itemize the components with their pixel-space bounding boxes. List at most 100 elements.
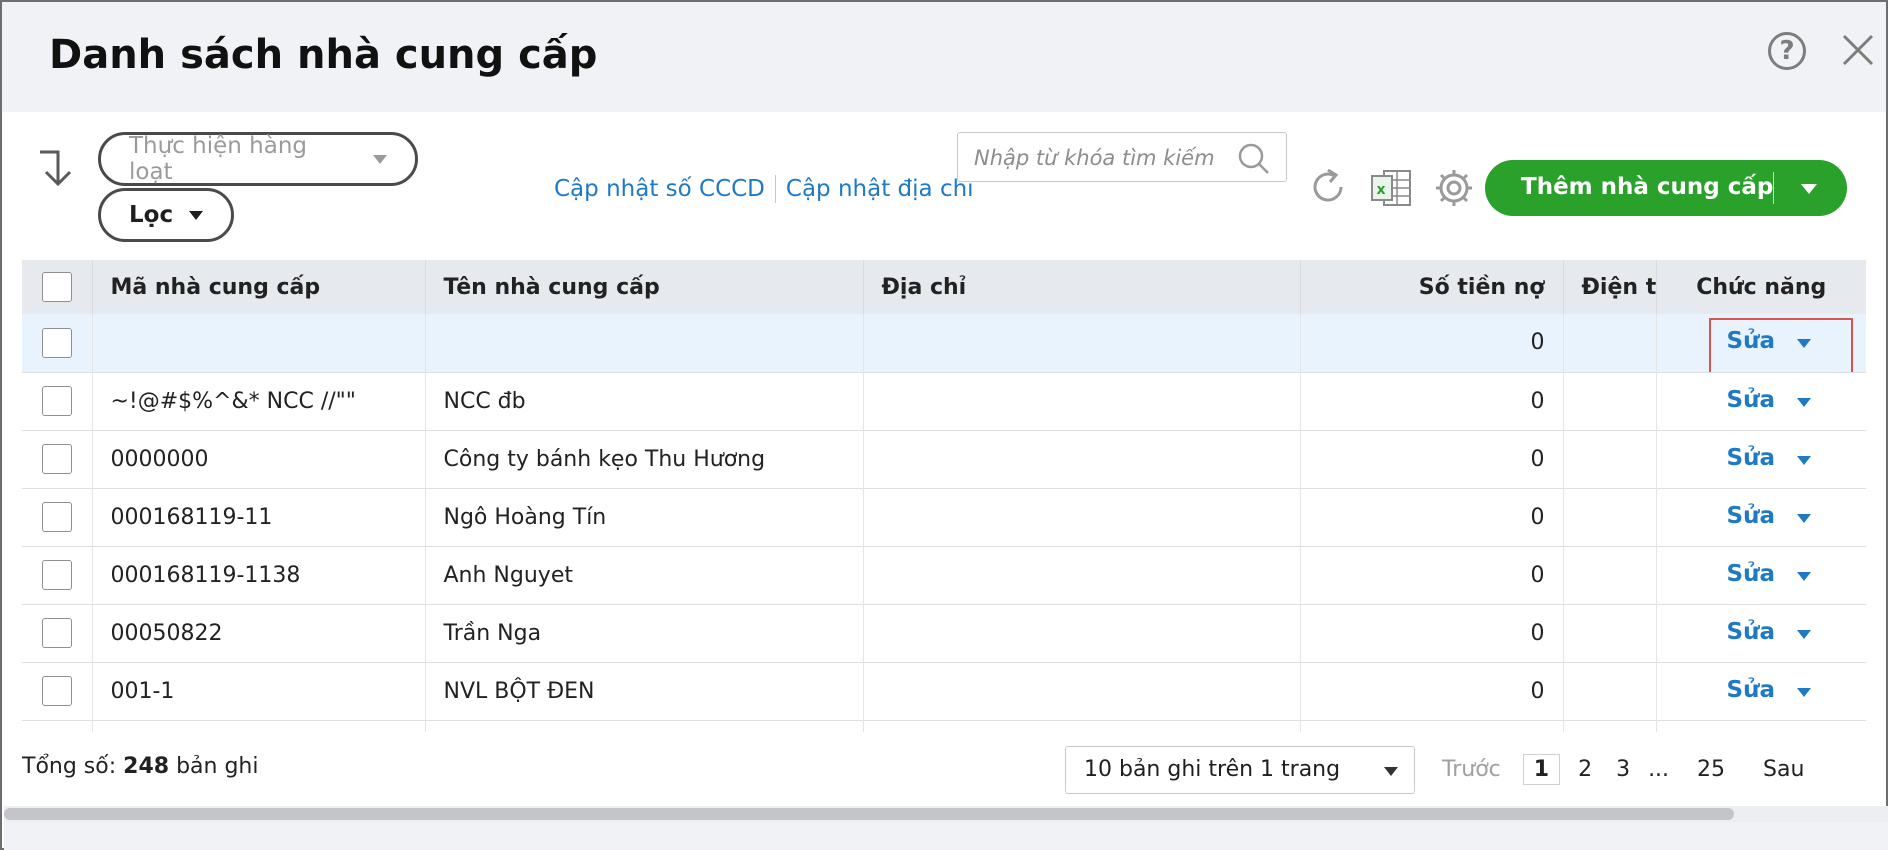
table-row[interactable]: 000168119-1138 Anh Nguyet 0 Sửa [22, 546, 1866, 604]
page-button-1[interactable]: 1 [1522, 754, 1561, 785]
row-checkbox[interactable] [41, 327, 72, 358]
table-row[interactable]: 000168119-11 Ngô Hoàng Tín 0 Sửa [22, 488, 1866, 546]
table-row[interactable] [22, 720, 1866, 732]
row-checkbox[interactable] [41, 676, 72, 706]
chevron-down-icon[interactable] [1801, 184, 1817, 194]
cell-actions: Sửa [1656, 488, 1866, 546]
edit-button[interactable]: Sửa [1727, 677, 1775, 703]
cell-phone [1563, 314, 1657, 372]
column-header-address[interactable]: Địa chỉ [863, 260, 1301, 314]
cell-name: Anh Nguyet [425, 546, 864, 604]
filter-label: Lọc [129, 202, 174, 228]
row-select-cell [22, 372, 93, 430]
page-size-select[interactable]: 10 bản ghi trên 1 trang [1065, 746, 1415, 794]
update-address-link[interactable]: Cập nhật địa chỉ [786, 176, 974, 202]
gear-icon[interactable] [1434, 168, 1474, 208]
cell-name: Trần Nga [425, 604, 864, 662]
supplier-table-container: Mã nhà cung cấp Tên nhà cung cấp Địa chỉ… [22, 260, 1866, 732]
row-select-cell [22, 546, 93, 604]
column-header-debt[interactable]: Số tiền nợ [1300, 260, 1564, 314]
cell-address [863, 372, 1301, 430]
refresh-icon[interactable] [1308, 167, 1348, 207]
chevron-down-icon[interactable] [1796, 339, 1811, 349]
cell-name [425, 720, 864, 732]
chevron-down-icon[interactable] [1796, 513, 1811, 523]
sort-down-arrow-icon[interactable] [36, 148, 76, 188]
search-input[interactable] [974, 143, 1234, 173]
chevron-down-icon[interactable] [1796, 571, 1811, 581]
edit-button[interactable]: Sửa [1727, 561, 1775, 587]
cell-phone [1563, 720, 1657, 732]
search-icon[interactable] [1237, 142, 1271, 176]
cell-code: 0000000 [92, 430, 426, 488]
table-row[interactable]: ~!@#$%^&* NCC //"" NCC đb 0 Sửa [22, 372, 1866, 430]
cell-debt: 0 [1300, 314, 1564, 372]
table-row[interactable]: 001-1 NVL BỘT ĐEN 0 Sửa [22, 662, 1866, 720]
cell-debt [1300, 720, 1564, 732]
row-checkbox[interactable] [41, 618, 72, 648]
filter-dropdown[interactable]: Lọc [98, 188, 234, 242]
total-count: 248 [123, 754, 170, 779]
add-supplier-button[interactable]: Thêm nhà cung cấp [1485, 160, 1847, 216]
chevron-down-icon[interactable] [1796, 397, 1811, 407]
question-circle-icon[interactable]: ? [1768, 32, 1806, 70]
row-select-cell [22, 604, 93, 662]
chevron-down-icon[interactable] [1796, 687, 1811, 697]
page-button-2[interactable]: 2 [1572, 757, 1598, 782]
cell-code: ~!@#$%^&* NCC //"" [92, 372, 426, 430]
row-select-cell [22, 488, 93, 546]
edit-button[interactable]: Sửa [1727, 619, 1775, 645]
dialog-footer-band [4, 822, 1888, 850]
table-row[interactable]: 00050822 Trần Nga 0 Sửa [22, 604, 1866, 662]
cell-phone [1563, 604, 1657, 662]
cell-phone [1563, 546, 1657, 604]
edit-button[interactable]: Sửa [1727, 445, 1775, 471]
horizontal-scrollbar[interactable] [4, 806, 1888, 822]
chevron-down-icon [189, 210, 204, 220]
page-button-last[interactable]: 25 [1691, 757, 1731, 782]
edit-button[interactable]: Sửa [1727, 387, 1775, 413]
edit-button[interactable]: Sửa [1727, 503, 1775, 529]
cell-name: NCC đb [425, 372, 864, 430]
row-checkbox[interactable] [41, 502, 72, 532]
column-header-name[interactable]: Tên nhà cung cấp [425, 260, 864, 314]
cell-debt: 0 [1300, 662, 1564, 720]
row-select-cell [22, 430, 93, 488]
page-title: Danh sách nhà cung cấp [49, 32, 598, 78]
toolbar-links: Cập nhật số CCCD Cập nhật địa chỉ [554, 175, 974, 203]
cell-phone [1563, 662, 1657, 720]
chevron-down-icon[interactable] [1796, 629, 1811, 639]
bulk-action-dropdown[interactable]: Thực hiện hàng loạt [98, 132, 418, 186]
cell-address [863, 662, 1301, 720]
cell-address [863, 546, 1301, 604]
cell-debt: 0 [1300, 372, 1564, 430]
cell-debt: 0 [1300, 430, 1564, 488]
close-icon[interactable] [1838, 30, 1878, 70]
chevron-down-icon[interactable] [1796, 455, 1811, 465]
cell-phone [1563, 372, 1657, 430]
update-id-link[interactable]: Cập nhật số CCCD [554, 176, 765, 202]
next-page-button[interactable]: Sau [1763, 757, 1804, 782]
select-all-checkbox[interactable] [41, 272, 72, 302]
total-prefix: Tổng số: [22, 754, 117, 779]
page-button-3[interactable]: 3 [1610, 757, 1636, 782]
scrollbar-thumb[interactable] [4, 808, 1734, 820]
cell-address [863, 314, 1301, 372]
cell-actions: Sửa [1656, 430, 1866, 488]
table-row[interactable]: 0 Sửa [22, 314, 1866, 372]
row-checkbox[interactable] [41, 560, 72, 590]
bulk-action-label: Thực hiện hàng loạt [129, 133, 308, 185]
total-suffix: bản ghi [176, 754, 259, 779]
table-row[interactable]: 0000000 Công ty bánh kẹo Thu Hương 0 Sửa [22, 430, 1866, 488]
excel-icon[interactable]: x [1370, 168, 1412, 208]
edit-button[interactable]: Sửa [1727, 328, 1775, 354]
row-checkbox[interactable] [41, 386, 72, 416]
page-size-value: 10 bản ghi trên 1 trang [1084, 757, 1341, 782]
row-checkbox[interactable] [41, 444, 72, 474]
add-supplier-label: Thêm nhà cung cấp [1521, 174, 1774, 200]
column-header-phone[interactable]: Điện th [1563, 260, 1657, 314]
total-records: Tổng số: 248 bản ghi [22, 754, 258, 779]
prev-page-button[interactable]: Trước [1442, 757, 1501, 782]
cell-actions: Sửa [1656, 372, 1866, 430]
column-header-code[interactable]: Mã nhà cung cấp [92, 260, 426, 314]
